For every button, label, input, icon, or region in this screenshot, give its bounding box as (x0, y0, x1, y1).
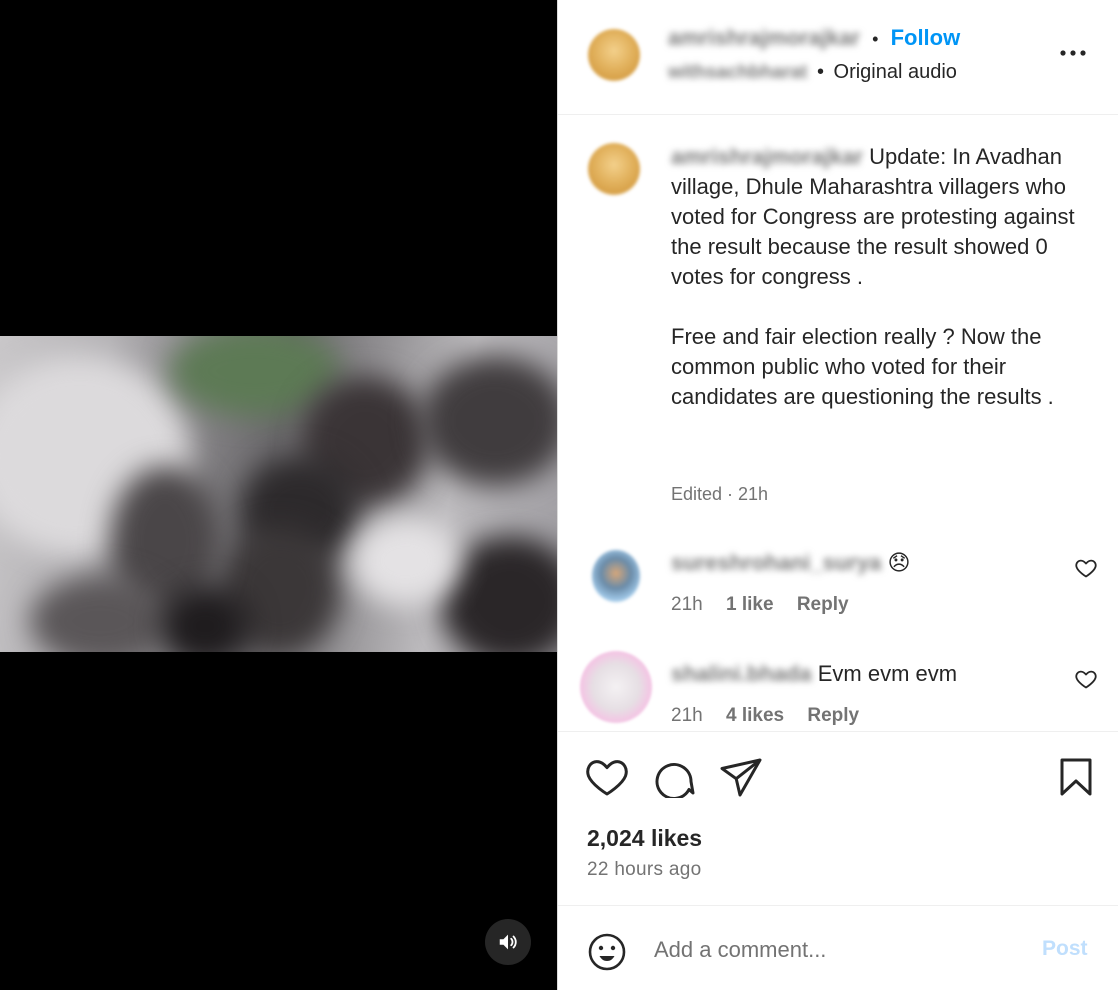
comment-text-row: shalini.bhada Evm evm evm (671, 661, 957, 687)
author-username[interactable]: amrishrajmorajkar (668, 25, 860, 50)
commenter-username[interactable]: shalini.bhada (671, 661, 812, 686)
audio-owner[interactable]: withsachbharat (668, 62, 807, 83)
comment-likes[interactable]: 1 like (726, 594, 774, 615)
comment-time: 21h (671, 594, 703, 615)
author-avatar[interactable] (588, 29, 640, 81)
audio-label[interactable]: Original audio (834, 61, 957, 83)
mute-button[interactable] (485, 919, 531, 965)
comment-text: 😞 (887, 550, 911, 575)
caption-text: Update: In Avadhan village, Dhule Mahara… (671, 144, 1075, 409)
comment-icon[interactable] (652, 756, 696, 798)
reply-button[interactable]: Reply (797, 594, 849, 615)
speaker-icon (499, 934, 517, 950)
header-user-row: amrishrajmorajkar • Follow (668, 25, 960, 51)
comment-time: 21h (671, 705, 703, 726)
commenter-avatar[interactable] (580, 651, 652, 723)
caption-author-avatar[interactable] (588, 143, 640, 195)
audio-row: withsachbharat • Original audio (668, 61, 957, 84)
send-icon[interactable] (719, 756, 763, 798)
comment-meta: 21h 4 likes Reply (671, 705, 877, 727)
separator-dot: • (872, 29, 879, 49)
video-blur-shape (350, 516, 460, 606)
post-button[interactable]: Post (1042, 937, 1088, 961)
comment-text: Evm evm evm (817, 661, 958, 686)
reply-button[interactable]: Reply (807, 705, 859, 726)
bookmark-icon[interactable] (1054, 756, 1098, 798)
post-time[interactable]: 22 hours ago (587, 859, 702, 881)
separator-dot: • (816, 61, 824, 83)
comment-meta: 21h 1 like Reply (671, 594, 867, 616)
post-header: amrishrajmorajkar • Follow withsachbhara… (558, 0, 1118, 115)
caption-meta: Edited · 21h (671, 484, 769, 504)
comment-like-heart-icon[interactable] (1074, 556, 1098, 580)
comments-scroll-area[interactable]: amrishrajmorajkar Update: In Avadhan vil… (558, 116, 1118, 730)
caption: amrishrajmorajkar Update: In Avadhan vil… (671, 142, 1081, 412)
comment-bar: Post (558, 905, 1118, 990)
video-blur-shape (420, 356, 557, 486)
likes-count[interactable]: 2,024 likes (587, 825, 702, 852)
caption-author-username[interactable]: amrishrajmorajkar (671, 144, 863, 169)
follow-button[interactable]: Follow (891, 25, 961, 50)
comment-like-heart-icon[interactable] (1074, 667, 1098, 691)
more-options-icon (1060, 50, 1086, 56)
video-frame[interactable] (0, 336, 557, 652)
more-options-button[interactable] (1056, 38, 1090, 68)
post-actions: 2,024 likes 22 hours ago (558, 731, 1118, 905)
commenter-avatar[interactable] (592, 550, 640, 602)
comment-text-row: sureshrohani_surya 😞 (671, 550, 910, 576)
post-side-panel: amrishrajmorajkar • Follow withsachbhara… (557, 0, 1118, 990)
video-player[interactable] (0, 0, 557, 990)
emoji-icon[interactable] (587, 932, 627, 972)
comment-input[interactable] (654, 928, 1014, 972)
comment-likes[interactable]: 4 likes (726, 705, 784, 726)
commenter-username[interactable]: sureshrohani_surya (671, 550, 881, 575)
heart-icon[interactable] (585, 756, 629, 798)
